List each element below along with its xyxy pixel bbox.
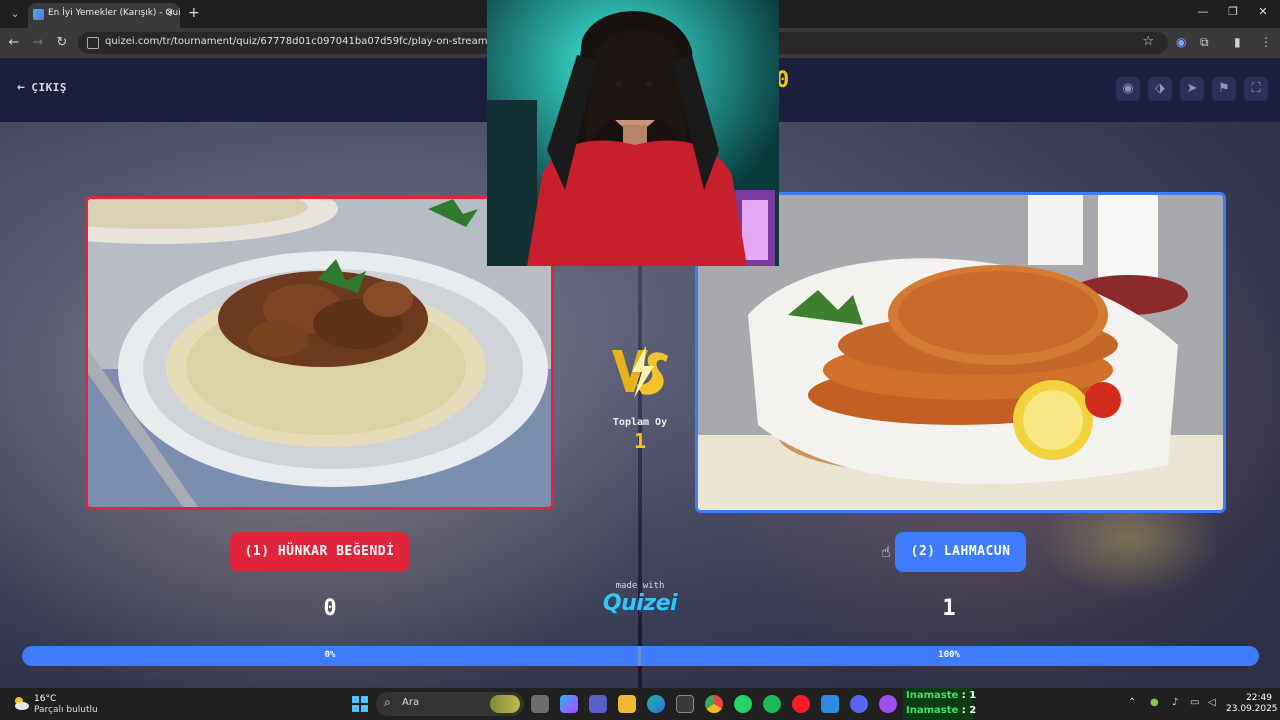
file-explorer-icon[interactable] [618, 695, 636, 713]
taskbar-search-box[interactable]: ⌕ Ara [376, 692, 524, 716]
close-window-button[interactable]: ✕ [1256, 5, 1270, 18]
webcam-overlay [487, 0, 779, 266]
percent-left: 0% [324, 650, 336, 660]
made-with-label: made with [615, 581, 665, 591]
weather-temperature: 16°C [34, 694, 57, 704]
profile-avatar-icon[interactable]: ▮ [1234, 35, 1241, 49]
eye-icon[interactable]: ◉ [1116, 77, 1140, 101]
search-placeholder: Ara [402, 697, 420, 708]
quizei-favicon-icon [33, 9, 44, 20]
new-tab-button[interactable]: + [188, 5, 200, 21]
hunkar-begendi-photo [88, 199, 551, 507]
vote-count-left: 0 [323, 596, 337, 621]
vote-progress-bar: 0% 100% [22, 646, 1259, 666]
bookmark-star-icon[interactable]: ☆ [1142, 34, 1154, 49]
opera-icon[interactable] [792, 695, 810, 713]
spotify-icon[interactable] [763, 695, 781, 713]
tab-title: En İyi Yemekler (Karışık) - Quize [48, 8, 180, 18]
tag-icon[interactable]: ⬗ [1148, 77, 1172, 101]
clock-date: 23.09.2025 [1226, 704, 1278, 714]
task-view-icon[interactable] [531, 695, 549, 713]
total-votes-label: Toplam Oy [612, 417, 668, 428]
show-hidden-icons-chevron-icon[interactable]: ⌃ [1128, 697, 1136, 708]
tray-app-icon[interactable]: ● [1150, 697, 1159, 708]
weather-cloud-icon[interactable] [12, 694, 30, 712]
discord-icon[interactable] [850, 695, 868, 713]
progress-divider [638, 646, 641, 666]
screen: ⌄ En İyi Yemekler (Karışık) - Quize × + … [0, 0, 1280, 720]
forward-arrow-icon[interactable]: → [30, 35, 46, 50]
minimize-button[interactable]: — [1196, 5, 1210, 18]
vs-lightning-icon [612, 346, 668, 398]
flag-icon[interactable]: ⚑ [1212, 77, 1236, 101]
search-highlight-icon [490, 695, 520, 713]
chat-line-1: Inamaste : 1 [906, 690, 977, 701]
stream-chat-overlay: Inamaste : 1 Inamaste : 2 [903, 688, 977, 720]
fullscreen-icon[interactable]: ⛶ [1244, 77, 1268, 101]
chat-line-2: Inamaste : 2 [906, 705, 977, 716]
clock-time: 22:49 [1246, 693, 1272, 703]
tab-search-chevron-icon[interactable]: ⌄ [6, 5, 24, 23]
windows-taskbar: 16°C Parçalı bulutlu ⌕ Ara Inamaste : 1 … [0, 688, 1280, 720]
hand-cursor-icon: ☝ [881, 542, 891, 561]
exit-button[interactable]: ← ÇIKIŞ [17, 80, 67, 95]
browser-tab-active[interactable]: En İyi Yemekler (Karışık) - Quize × [28, 3, 180, 28]
start-windows-icon[interactable] [352, 696, 368, 712]
app-icon[interactable] [821, 695, 839, 713]
vote-button-left[interactable]: (1) HÜNKAR BEĞENDİ [230, 532, 409, 572]
whatsapp-icon[interactable] [734, 695, 752, 713]
microphone-icon[interactable]: ♪ [1172, 697, 1178, 708]
vote-button-right[interactable]: (2) LAHMACUN [895, 532, 1026, 572]
tab-close-icon[interactable]: × [166, 7, 174, 18]
weather-condition: Parçalı bulutlu [34, 705, 98, 715]
chrome-icon[interactable] [705, 695, 723, 713]
send-icon[interactable]: ➤ [1180, 77, 1204, 101]
edge-icon[interactable] [647, 695, 665, 713]
reload-icon[interactable]: ↻ [54, 35, 70, 50]
quizei-logo[interactable]: Quizei [590, 591, 690, 616]
restore-button[interactable]: ❐ [1226, 5, 1240, 18]
site-info-icon[interactable] [87, 37, 99, 49]
copilot-icon[interactable] [560, 695, 578, 713]
streamer-webcam-feed [487, 0, 779, 266]
app-purple-icon[interactable] [879, 695, 897, 713]
extension-icon[interactable]: ◉ [1176, 35, 1186, 49]
volume-icon[interactable]: ◁ [1208, 697, 1216, 708]
back-arrow-icon[interactable]: ← [6, 35, 22, 50]
vote-count-right: 1 [942, 596, 956, 621]
option-left-image[interactable] [85, 196, 554, 510]
extensions-puzzle-icon[interactable]: ⧉ [1200, 35, 1209, 50]
back-arrow-icon: ← [17, 80, 26, 95]
teams-icon[interactable] [589, 695, 607, 713]
network-icon[interactable]: ▭ [1190, 697, 1199, 708]
percent-right: 100% [938, 650, 960, 660]
store-icon[interactable] [676, 695, 694, 713]
search-icon: ⌕ [384, 695, 391, 709]
url-text: quizei.com/tr/tournament/quiz/67778d01c0… [105, 36, 488, 47]
system-clock[interactable]: 22:49 23.09.2025 [1226, 693, 1278, 715]
exit-label: ÇIKIŞ [31, 81, 67, 94]
browser-menu-icon[interactable]: ⋮ [1260, 35, 1272, 49]
total-votes-value: 1 [633, 429, 647, 453]
